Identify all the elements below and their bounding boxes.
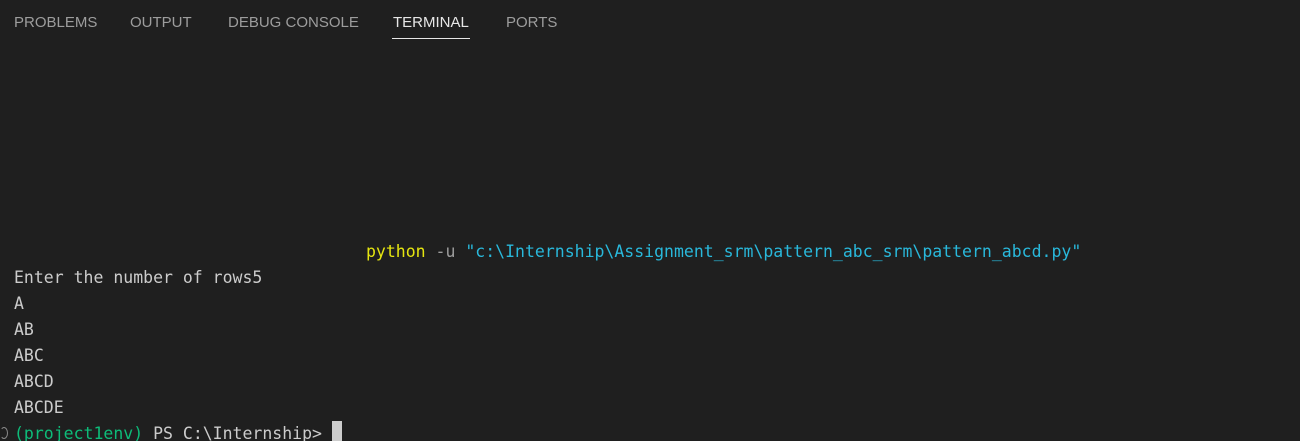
tab-problems[interactable]: PROBLEMS [14,14,97,32]
tab-terminal[interactable]: TERMINAL [392,14,470,39]
prompt-line[interactable]: (project1env) PS C:\Internship> [14,421,342,441]
output-line: ABCDE [14,398,64,417]
tab-ports[interactable]: PORTS [506,14,557,32]
command-decoration-icon[interactable] [0,427,8,439]
output-line: AB [14,320,34,339]
command-flag: -u [435,242,456,261]
command-line: python -u "c:\Internship\Assignment_srm\… [366,239,1081,265]
output-line: Enter the number of rows5 [14,268,263,287]
prompt-text: PS C:\Internship> [153,424,322,441]
command-path: "c:\Internship\Assignment_srm\pattern_ab… [465,242,1082,261]
tab-debug-console[interactable]: DEBUG CONSOLE [228,14,359,32]
panel-tab-bar: PROBLEMS OUTPUT DEBUG CONSOLE TERMINAL P… [0,0,1300,44]
command-program: python [366,242,426,261]
terminal-cursor [331,421,342,441]
terminal-area[interactable]: python -u "c:\Internship\Assignment_srm\… [0,44,1300,441]
virtualenv-label: (project1env) [14,424,144,441]
tab-output[interactable]: OUTPUT [130,14,192,32]
output-line: ABCD [14,372,54,391]
output-line: ABC [14,346,44,365]
output-line: A [14,294,24,313]
